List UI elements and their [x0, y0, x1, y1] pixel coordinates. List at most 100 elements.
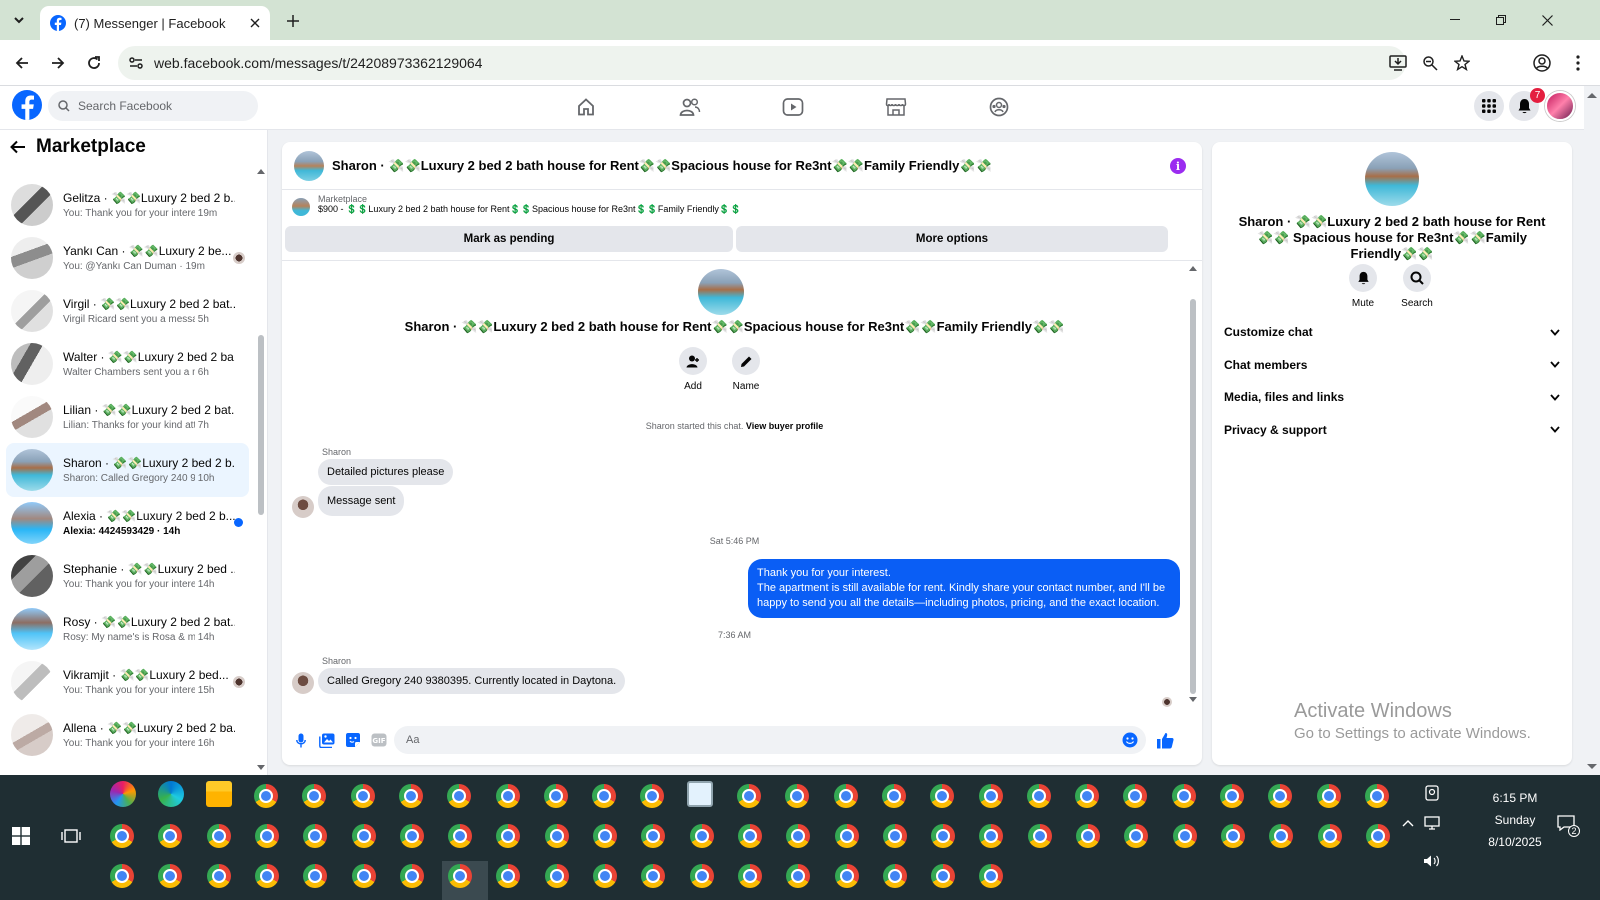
close-window-button[interactable] — [1524, 0, 1570, 40]
zoom-icon[interactable] — [1418, 51, 1442, 75]
chat-header-title[interactable]: Sharon · 💸💸Luxury 2 bed 2 bath house for… — [332, 158, 992, 174]
facebook-search-input[interactable]: Search Facebook — [48, 91, 258, 121]
sticker-icon[interactable] — [340, 727, 366, 753]
microphone-icon[interactable] — [288, 727, 314, 753]
conversation-item[interactable]: Gelitza · 💸💸Luxury 2 bed 2 b... You: Than… — [6, 178, 249, 232]
thread-scroll-thumb[interactable] — [1190, 299, 1196, 694]
message-input[interactable]: Aa — [394, 726, 1146, 754]
account-avatar[interactable] — [1545, 91, 1575, 121]
app-window-icon[interactable] — [687, 781, 713, 807]
windows-start-icon[interactable] — [8, 823, 34, 849]
chrome-window-icon[interactable] — [834, 864, 859, 888]
sender-avatar[interactable] — [292, 672, 314, 694]
chrome-window-icon[interactable] — [689, 864, 714, 888]
incoming-message[interactable]: Called Gregory 240 9380395. Currently lo… — [318, 668, 626, 694]
show-hidden-icons-chevron-icon[interactable] — [1398, 813, 1418, 833]
edge-icon[interactable] — [158, 781, 184, 807]
emoji-icon[interactable] — [1122, 732, 1138, 748]
chrome-window-icon[interactable] — [834, 824, 859, 848]
chrome-window-icon[interactable] — [786, 864, 811, 888]
browser-menu-icon[interactable] — [1564, 49, 1592, 77]
notification-center-icon[interactable]: 2 — [1556, 813, 1580, 837]
chrome-window-icon[interactable] — [1316, 784, 1341, 808]
chrome-window-icon[interactable] — [833, 784, 858, 808]
conversation-item[interactable]: Alexia · 💸💸Luxury 2 bed 2 b... Alexia: 44… — [6, 496, 249, 550]
chrome-window-icon[interactable] — [737, 864, 762, 888]
chrome-window-icon[interactable] — [399, 864, 424, 888]
chrome-window-icon[interactable] — [448, 824, 473, 848]
forward-button[interactable] — [44, 49, 72, 77]
chrome-window-icon[interactable] — [593, 824, 617, 848]
chrome-window-icon[interactable] — [592, 784, 617, 808]
task-view-icon[interactable] — [58, 823, 84, 849]
chrome-window-icon[interactable] — [254, 864, 279, 888]
site-info-icon[interactable] — [124, 51, 148, 75]
conversation-item[interactable]: Allena · 💸💸Luxury 2 bed 2 ba... You: Than… — [6, 708, 249, 762]
details-section-customize-chat[interactable]: Customize chat — [1224, 318, 1560, 346]
chrome-window-icon[interactable] — [158, 824, 183, 848]
chrome-window-icon[interactable] — [495, 784, 520, 808]
chrome-window-icon[interactable] — [544, 824, 569, 848]
name-chat-button[interactable]: Name — [726, 347, 766, 392]
chrome-window-icon[interactable] — [1317, 824, 1342, 848]
chrome-window-icon[interactable] — [1123, 784, 1148, 808]
add-people-button[interactable]: Add — [673, 347, 713, 392]
conversation-item[interactable]: Virgil · 💸💸Luxury 2 bed 2 bat... Virgil R… — [6, 284, 249, 338]
chrome-window-icon[interactable] — [882, 864, 907, 888]
video-icon[interactable] — [779, 94, 807, 120]
incoming-message[interactable]: Detailed pictures please — [318, 459, 454, 485]
install-app-icon[interactable] — [1386, 51, 1410, 75]
copilot-icon[interactable] — [110, 781, 136, 807]
chrome-window-icon[interactable] — [1076, 824, 1100, 848]
chrome-window-icon[interactable] — [496, 824, 521, 848]
mark-as-pending-button[interactable]: Mark as pending — [285, 226, 733, 252]
chrome-window-icon[interactable] — [1026, 784, 1051, 808]
chrome-window-icon[interactable] — [254, 824, 279, 848]
minimize-button[interactable] — [1432, 0, 1478, 40]
like-thumb-icon[interactable] — [1152, 727, 1178, 753]
restore-button[interactable] — [1478, 0, 1524, 40]
photo-icon[interactable] — [314, 727, 340, 753]
chrome-window-icon[interactable] — [303, 864, 328, 888]
outgoing-message[interactable]: Thank you for your interest. The apartme… — [748, 559, 1180, 618]
chrome-window-icon[interactable] — [1171, 784, 1196, 808]
more-options-button[interactable]: More options — [736, 226, 1168, 252]
conversation-item[interactable]: Stephanie · 💸💸Luxury 2 bed ... You: Thank… — [6, 549, 249, 603]
chrome-window-icon[interactable] — [1172, 824, 1197, 848]
taskbar-clock[interactable]: 6:15 PM Sunday 8/10/2025 — [1480, 787, 1550, 853]
view-buyer-profile-link[interactable]: View buyer profile — [746, 421, 823, 431]
friends-icon[interactable] — [676, 94, 704, 120]
address-bar[interactable]: web.facebook.com/messages/t/242089733621… — [118, 46, 1470, 80]
chrome-window-icon[interactable] — [931, 864, 956, 888]
sender-avatar[interactable] — [292, 496, 314, 518]
network-icon[interactable] — [1422, 813, 1442, 833]
info-icon[interactable]: i — [1170, 158, 1186, 174]
bookmark-star-icon[interactable] — [1450, 51, 1474, 75]
chrome-window-icon[interactable] — [350, 784, 375, 808]
incoming-message[interactable]: Message sent — [318, 486, 405, 516]
chrome-window-icon[interactable] — [882, 824, 907, 848]
chrome-window-icon[interactable] — [1268, 784, 1293, 808]
chrome-window-icon[interactable] — [1269, 824, 1294, 848]
conversation-item[interactable]: Lilian · 💸💸Luxury 2 bed 2 bat... Lilian: … — [6, 390, 249, 444]
back-button[interactable] — [8, 49, 36, 77]
conversation-item[interactable]: Rosy · 💸💸Luxury 2 bed 2 bat... Rosy: My n… — [6, 602, 249, 656]
chrome-window-icon[interactable] — [1027, 824, 1052, 848]
chrome-window-icon[interactable] — [496, 864, 521, 888]
new-tab-button[interactable] — [282, 10, 304, 32]
chrome-window-icon[interactable] — [785, 784, 810, 808]
conversation-item[interactable]: Vikramjit · 💸💸Luxury 2 bed... You: Thank … — [6, 655, 249, 709]
home-icon[interactable] — [572, 94, 600, 120]
chrome-window-icon[interactable] — [447, 784, 472, 808]
chrome-window-icon[interactable] — [303, 824, 328, 848]
chrome-window-icon[interactable] — [979, 864, 1004, 888]
marketplace-icon[interactable] — [882, 94, 910, 120]
chrome-window-icon[interactable] — [398, 784, 423, 808]
page-scrollbar[interactable] — [1584, 86, 1600, 775]
chrome-window-icon[interactable] — [978, 784, 1003, 808]
chrome-window-icon[interactable] — [641, 824, 666, 848]
chrome-window-icon[interactable] — [399, 824, 424, 848]
chrome-window-icon[interactable] — [1124, 824, 1149, 848]
conversation-item[interactable]: Walter · 💸💸Luxury 2 bed 2 ba... Walter Ch… — [6, 337, 249, 391]
chrome-window-icon[interactable] — [110, 864, 134, 888]
